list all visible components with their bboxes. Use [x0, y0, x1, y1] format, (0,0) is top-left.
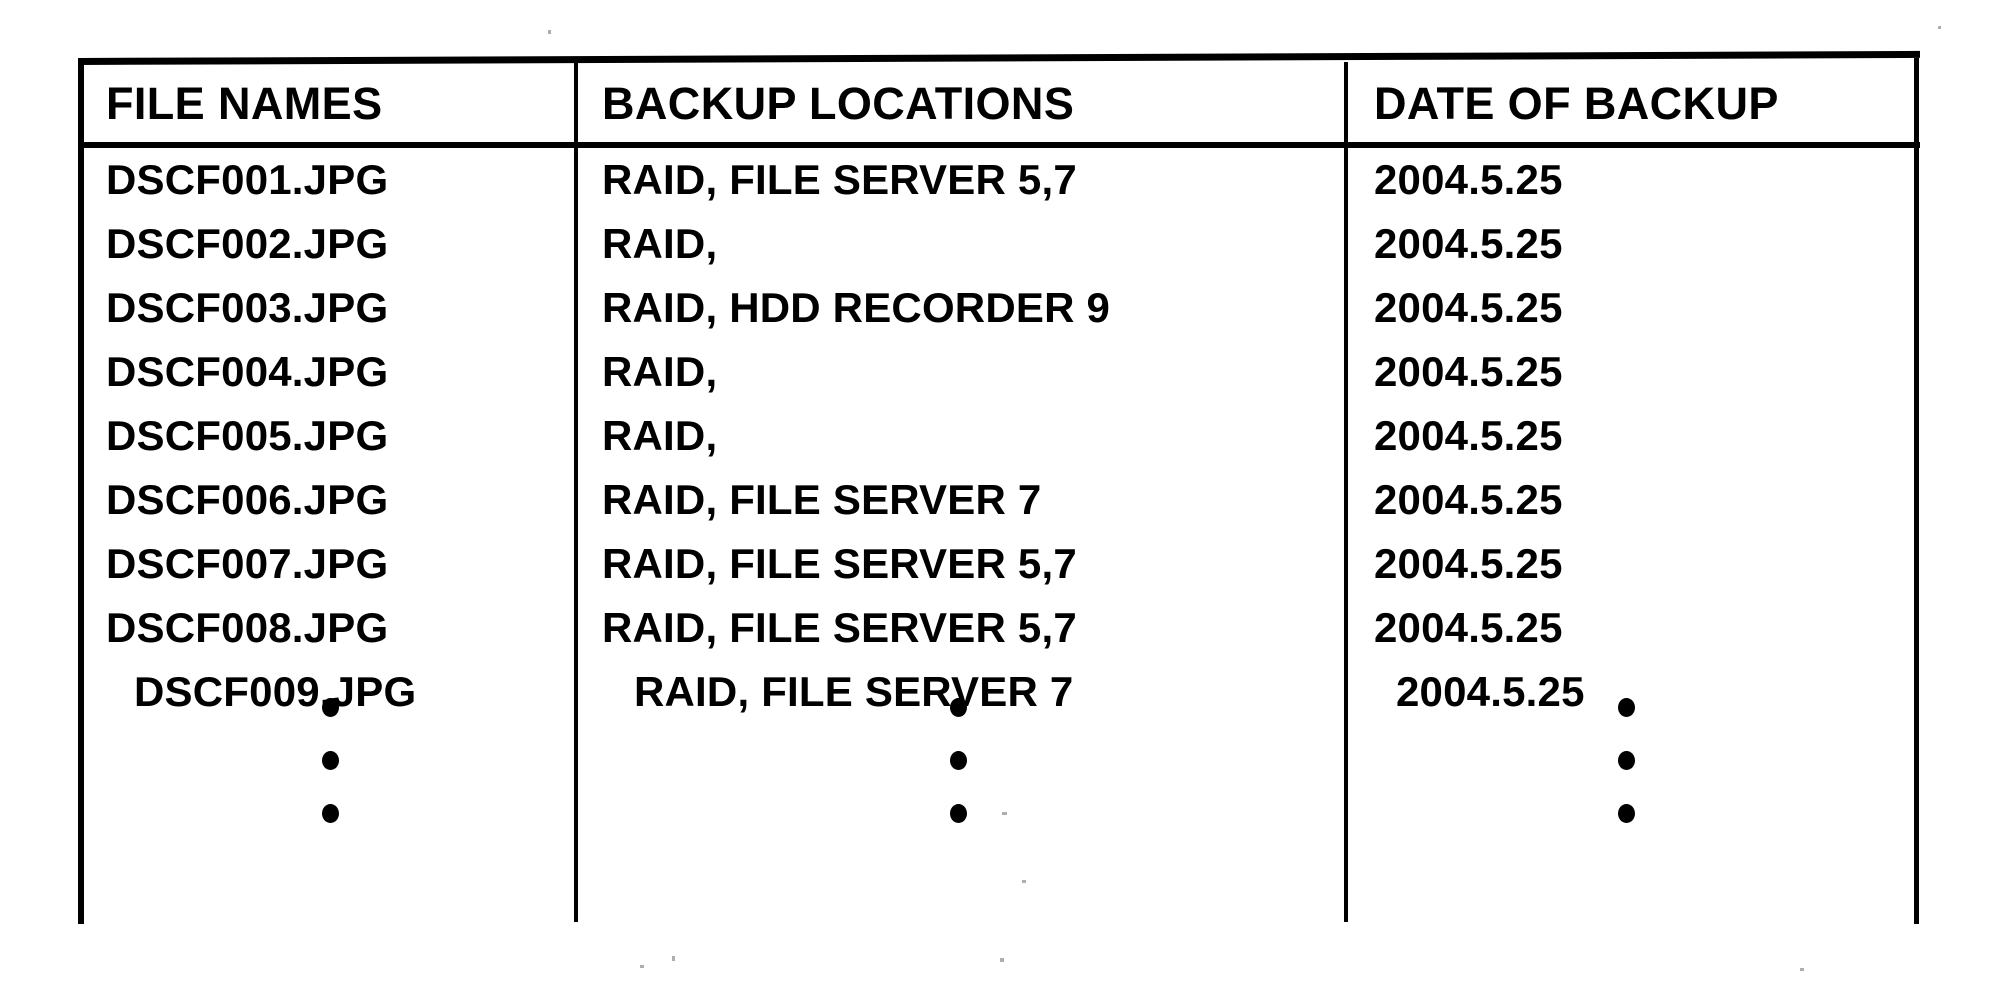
- cell-backup-location: RAID, FILE SERVER 7: [602, 476, 1042, 523]
- ellipsis-dot: [1617, 698, 1635, 717]
- ellipsis-dot: [949, 804, 967, 823]
- column-header-date-of-backup: DATE OF BACKUP: [1374, 77, 1779, 129]
- cell-date-of-backup: 2004.5.25: [1374, 412, 1563, 459]
- cell-file-name: DSCF008.JPG: [106, 604, 389, 651]
- table-row: DSCF004.JPG RAID, 2004.5.25: [78, 340, 1920, 404]
- cell-file-name: DSCF005.JPG: [106, 412, 389, 459]
- scan-speckle: [1938, 26, 1941, 29]
- cell-file-name: DSCF002.JPG: [106, 220, 389, 267]
- cell-date-of-backup: 2004.5.25: [1374, 476, 1563, 523]
- cell-date-of-backup: 2004.5.25: [1374, 348, 1563, 395]
- table-row: DSCF006.JPG RAID, FILE SERVER 7 2004.5.2…: [78, 468, 1920, 532]
- scan-speckle: [548, 30, 551, 34]
- cell-backup-location: RAID,: [602, 220, 718, 267]
- cell-date-of-backup: 2004.5.25: [1374, 284, 1563, 331]
- table-row: DSCF002.JPG RAID, 2004.5.25: [78, 212, 1920, 276]
- cell-file-name: DSCF007.JPG: [106, 540, 389, 587]
- ellipsis-dot: [949, 751, 967, 770]
- cell-date-of-backup: 2004.5.25: [1374, 156, 1563, 203]
- table-row: DSCF005.JPG RAID, 2004.5.25: [78, 404, 1920, 468]
- cell-backup-location: RAID,: [602, 348, 718, 395]
- ellipsis-dot: [321, 698, 339, 717]
- ellipsis-dot: [321, 751, 339, 770]
- table-continuation: [78, 698, 1920, 878]
- scan-speckle: [672, 956, 675, 961]
- cell-date-of-backup: 2004.5.25: [1374, 220, 1563, 267]
- table-row: DSCF003.JPG RAID, HDD RECORDER 9 2004.5.…: [78, 276, 1920, 340]
- scan-speckle: [1002, 812, 1007, 815]
- ellipsis-dot: [1617, 804, 1635, 823]
- table-row: DSCF008.JPG RAID, FILE SERVER 5,7 2004.5…: [78, 596, 1920, 660]
- cell-backup-location: RAID,: [602, 412, 718, 459]
- cell-backup-location: RAID, FILE SERVER 5,7: [602, 604, 1077, 651]
- vertical-ellipsis-icon-backup-locations: [938, 698, 978, 823]
- vertical-ellipsis-icon-date-of-backup: [1606, 698, 1646, 823]
- scan-speckle: [1800, 968, 1804, 971]
- ellipsis-dot: [1617, 751, 1635, 770]
- table-header-row: FILE NAMES BACKUP LOCATIONS DATE OF BACK…: [78, 65, 1920, 142]
- cell-file-name: DSCF001.JPG: [106, 156, 389, 203]
- scan-speckle: [640, 965, 644, 968]
- cell-backup-location: RAID, FILE SERVER 5,7: [602, 156, 1077, 203]
- cell-backup-location: RAID, FILE SERVER 5,7: [602, 540, 1077, 587]
- table-row: DSCF007.JPG RAID, FILE SERVER 5,7 2004.5…: [78, 532, 1920, 596]
- backup-file-table: FILE NAMES BACKUP LOCATIONS DATE OF BACK…: [77, 50, 1920, 924]
- cell-file-name: DSCF003.JPG: [106, 284, 389, 331]
- scan-speckle: [1022, 880, 1026, 883]
- table-row: DSCF001.JPG RAID, FILE SERVER 5,7 2004.5…: [78, 148, 1920, 212]
- cell-file-name: DSCF006.JPG: [106, 476, 389, 523]
- column-header-file-names: FILE NAMES: [106, 77, 383, 129]
- vertical-ellipsis-icon-file-names: [310, 698, 350, 823]
- ellipsis-dot: [949, 698, 967, 717]
- ellipsis-dot: [321, 804, 339, 823]
- cell-file-name: DSCF004.JPG: [106, 348, 389, 395]
- figure-page: FILE NAMES BACKUP LOCATIONS DATE OF BACK…: [0, 0, 2005, 1006]
- cell-date-of-backup: 2004.5.25: [1374, 604, 1563, 651]
- scan-speckle: [1000, 958, 1004, 962]
- cell-date-of-backup: 2004.5.25: [1374, 540, 1563, 587]
- column-header-backup-locations: BACKUP LOCATIONS: [602, 77, 1075, 129]
- table-top-border: [77, 50, 1920, 65]
- cell-backup-location: RAID, HDD RECORDER 9: [602, 284, 1111, 331]
